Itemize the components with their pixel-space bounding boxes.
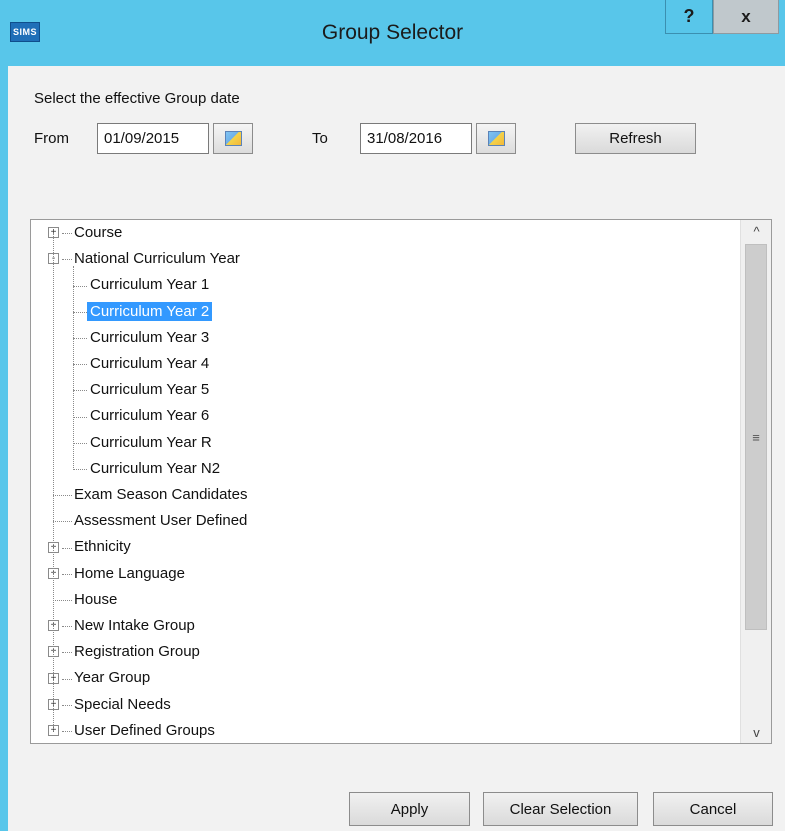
tree-node[interactable]: Home Language xyxy=(31,561,731,585)
tree-node-label[interactable]: New Intake Group xyxy=(71,616,198,635)
tree-node[interactable]: Special Needs xyxy=(31,692,731,716)
tree-node[interactable]: House xyxy=(31,587,731,611)
dialog-body: Select the effective Group date From To … xyxy=(8,66,785,831)
tree-node-label[interactable]: Assessment User Defined xyxy=(71,511,250,530)
title-bar[interactable]: SIMS Group Selector ? x xyxy=(0,0,785,66)
scroll-thumb[interactable]: ≡ xyxy=(745,244,767,630)
to-calendar-button[interactable] xyxy=(476,123,516,154)
tree-node-label[interactable]: National Curriculum Year xyxy=(71,249,243,268)
scroll-up-icon[interactable]: ^ xyxy=(741,220,771,242)
tree-connector xyxy=(53,233,54,731)
tree-node-label[interactable]: Curriculum Year 4 xyxy=(87,354,212,373)
tree-node[interactable]: Curriculum Year 2 xyxy=(31,299,731,323)
tree-node-label[interactable]: Course xyxy=(71,223,125,242)
tree-node-label[interactable]: Curriculum Year 2 xyxy=(87,301,213,321)
refresh-button[interactable]: Refresh xyxy=(575,123,696,154)
tree-node[interactable]: User Defined Groups xyxy=(31,718,731,742)
apply-button[interactable]: Apply xyxy=(349,792,470,826)
group-tree[interactable]: + Course - National Curriculum Year Curricul… xyxy=(30,219,772,744)
tree-node[interactable]: Exam Season Candidates xyxy=(31,482,731,506)
tree-node[interactable]: Curriculum Year 4 xyxy=(31,351,731,375)
to-date-input[interactable] xyxy=(360,123,472,154)
tree-node-label[interactable]: Curriculum Year 3 xyxy=(87,328,212,347)
clear-selection-button[interactable]: Clear Selection xyxy=(483,792,638,826)
vertical-scrollbar[interactable]: ^ ≡ v xyxy=(740,220,771,743)
tree-node-label[interactable]: Curriculum Year 5 xyxy=(87,380,212,399)
calendar-icon xyxy=(224,131,242,146)
help-button[interactable]: ? xyxy=(665,0,713,34)
close-button[interactable]: x xyxy=(713,0,779,34)
tree-node[interactable]: Curriculum Year 6 xyxy=(31,403,731,427)
tree-node[interactable]: Curriculum Year R xyxy=(31,430,731,454)
to-label: To xyxy=(312,130,328,147)
tree-node-label[interactable]: Registration Group xyxy=(71,642,203,661)
tree-node[interactable]: National Curriculum Year xyxy=(31,246,731,270)
tree-node[interactable]: Registration Group xyxy=(31,639,731,663)
tree-connector xyxy=(73,266,74,468)
tree-node-label[interactable]: Curriculum Year N2 xyxy=(87,459,223,478)
tree-node[interactable]: Course xyxy=(31,220,731,244)
tree-node-label[interactable]: Year Group xyxy=(71,668,153,687)
group-selector-window: SIMS Group Selector ? x Select the effec… xyxy=(0,0,785,831)
tree-node[interactable]: Curriculum Year 1 xyxy=(31,272,731,296)
tree-node[interactable]: Ethnicity xyxy=(31,534,731,558)
tree-node-label[interactable]: Curriculum Year 1 xyxy=(87,275,212,294)
tree-node[interactable]: Curriculum Year 5 xyxy=(31,377,731,401)
tree-node[interactable]: Year Group xyxy=(31,665,731,689)
tree-node-label[interactable]: Curriculum Year 6 xyxy=(87,406,212,425)
calendar-icon xyxy=(487,131,505,146)
tree-node-label[interactable]: User Defined Groups xyxy=(71,721,218,740)
tree-node[interactable]: Curriculum Year 3 xyxy=(31,325,731,349)
tree-node-label[interactable]: Home Language xyxy=(71,564,188,583)
tree-node-label[interactable]: Curriculum Year R xyxy=(87,433,215,452)
tree-content: + Course - National Curriculum Year Curricul… xyxy=(31,220,740,743)
from-calendar-button[interactable] xyxy=(213,123,253,154)
tree-node[interactable]: New Intake Group xyxy=(31,613,731,637)
cancel-button[interactable]: Cancel xyxy=(653,792,773,826)
tree-node-label[interactable]: Ethnicity xyxy=(71,537,134,556)
tree-node-label[interactable]: House xyxy=(71,590,120,609)
from-date-input[interactable] xyxy=(97,123,209,154)
tree-node[interactable]: Curriculum Year N2 xyxy=(31,456,731,480)
date-prompt: Select the effective Group date xyxy=(34,90,240,107)
tree-node-label[interactable]: Exam Season Candidates xyxy=(71,485,250,504)
from-label: From xyxy=(34,130,69,147)
tree-node[interactable]: Assessment User Defined xyxy=(31,508,731,532)
grip-icon: ≡ xyxy=(752,429,760,445)
scroll-down-icon[interactable]: v xyxy=(741,721,771,743)
tree-node-label[interactable]: Special Needs xyxy=(71,695,174,714)
